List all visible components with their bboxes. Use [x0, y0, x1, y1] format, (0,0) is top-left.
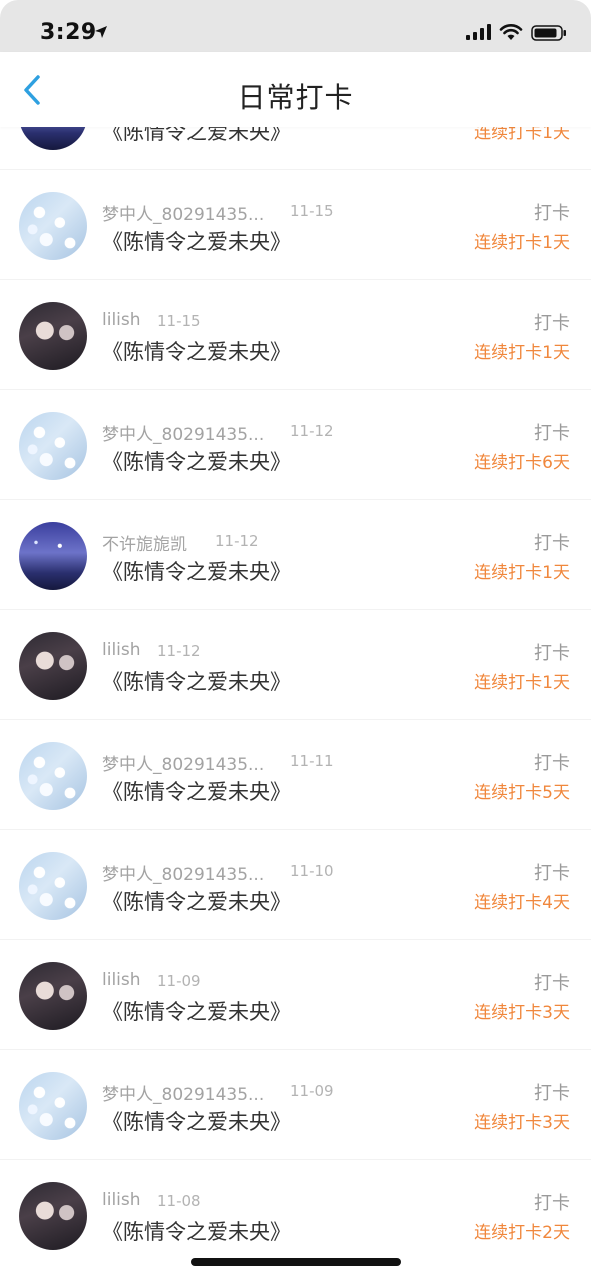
avatar [19, 1072, 87, 1140]
battery-icon [531, 25, 567, 45]
checkin-date: 11-15 [157, 312, 201, 330]
streak-label: 连续打卡2天 [474, 1223, 570, 1243]
location-arrow-icon [94, 24, 108, 43]
avatar [19, 412, 87, 480]
page-title: 日常打卡 [237, 81, 354, 114]
checkin-date: 11-12 [157, 642, 201, 660]
username: lilish [102, 970, 141, 990]
book-title: 《陈情令之爱未央》 [102, 1000, 291, 1024]
checkin-date: 11-11 [290, 752, 334, 770]
status-time: 3:29 [40, 20, 97, 45]
username: 梦中人_80291435... [102, 1085, 265, 1105]
cellular-signal-icon [466, 24, 492, 44]
streak-label: 连续打卡4天 [474, 893, 570, 913]
checkin-action: 打卡 [534, 313, 570, 334]
username: lilish [102, 1190, 141, 1210]
checkin-date: 11-10 [290, 862, 334, 880]
book-title: 《陈情令之爱未央》 [102, 1220, 291, 1244]
avatar [19, 742, 87, 810]
list-item[interactable]: 梦中人_80291435... 11-15 《陈情令之爱未央》 打卡 连续打卡1… [0, 170, 591, 280]
streak-label: 连续打卡3天 [474, 1003, 570, 1023]
avatar [19, 192, 87, 260]
list-item[interactable]: lilish 11-12 《陈情令之爱未央》 打卡 连续打卡1天 [0, 610, 591, 720]
book-title: 《陈情令之爱未央》 [102, 670, 291, 694]
list-item[interactable]: 梦中人_80291435... 11-12 《陈情令之爱未央》 打卡 连续打卡6… [0, 390, 591, 500]
book-title: 《陈情令之爱未央》 [102, 890, 291, 914]
streak-label: 连续打卡3天 [474, 1113, 570, 1133]
list-item[interactable]: 梦中人_80291435... 11-09 《陈情令之爱未央》 打卡 连续打卡3… [0, 1050, 591, 1160]
checkin-list: 《陈情令之爱未央》 连续打卡1天 梦中人_80291435... 11-15 《… [0, 60, 591, 1280]
username: 梦中人_80291435... [102, 205, 265, 225]
checkin-date: 11-08 [157, 1192, 201, 1210]
list-item[interactable]: 梦中人_80291435... 11-10 《陈情令之爱未央》 打卡 连续打卡4… [0, 830, 591, 940]
streak-label: 连续打卡1天 [474, 343, 570, 363]
checkin-action: 打卡 [534, 423, 570, 444]
list-item[interactable]: 不许旎旎凯 11-12 《陈情令之爱未央》 打卡 连续打卡1天 [0, 500, 591, 610]
streak-label: 连续打卡1天 [474, 673, 570, 693]
checkin-date: 11-15 [290, 202, 334, 220]
list-item[interactable]: lilish 11-08 《陈情令之爱未央》 打卡 连续打卡2天 [0, 1160, 591, 1270]
book-title: 《陈情令之爱未央》 [102, 560, 291, 584]
checkin-date: 11-12 [290, 422, 334, 440]
checkin-action: 打卡 [534, 863, 570, 884]
checkin-action: 打卡 [534, 533, 570, 554]
username: lilish [102, 640, 141, 660]
avatar [19, 302, 87, 370]
avatar [19, 852, 87, 920]
checkin-action: 打卡 [534, 753, 570, 774]
book-title: 《陈情令之爱未央》 [102, 340, 291, 364]
status-bar: 3:29 [0, 0, 591, 52]
streak-label: 连续打卡1天 [474, 563, 570, 583]
checkin-action: 打卡 [534, 1193, 570, 1214]
nav-bar: 日常打卡 [0, 52, 591, 127]
checkin-action: 打卡 [534, 1083, 570, 1104]
streak-label: 连续打卡1天 [474, 233, 570, 253]
avatar [19, 522, 87, 590]
username: 梦中人_80291435... [102, 425, 265, 445]
checkin-action: 打卡 [534, 973, 570, 994]
checkin-date: 11-12 [215, 532, 259, 550]
list-item[interactable]: lilish 11-15 《陈情令之爱未央》 打卡 连续打卡1天 [0, 280, 591, 390]
checkin-action: 打卡 [534, 643, 570, 664]
avatar [19, 962, 87, 1030]
home-indicator[interactable] [191, 1258, 401, 1266]
streak-label: 连续打卡5天 [474, 783, 570, 803]
checkin-date: 11-09 [290, 1082, 334, 1100]
avatar [19, 1182, 87, 1250]
book-title: 《陈情令之爱未央》 [102, 1110, 291, 1134]
username: 不许旎旎凯 [102, 535, 187, 555]
wifi-icon [499, 23, 523, 45]
streak-label: 连续打卡6天 [474, 453, 570, 473]
username: lilish [102, 310, 141, 330]
book-title: 《陈情令之爱未央》 [102, 450, 291, 474]
book-title: 《陈情令之爱未央》 [102, 780, 291, 804]
list-item[interactable]: 梦中人_80291435... 11-11 《陈情令之爱未央》 打卡 连续打卡5… [0, 720, 591, 830]
avatar [19, 632, 87, 700]
checkin-date: 11-09 [157, 972, 201, 990]
username: 梦中人_80291435... [102, 755, 265, 775]
list-item[interactable]: lilish 11-09 《陈情令之爱未央》 打卡 连续打卡3天 [0, 940, 591, 1050]
book-title: 《陈情令之爱未央》 [102, 230, 291, 254]
checkin-action: 打卡 [534, 203, 570, 224]
username: 梦中人_80291435... [102, 865, 265, 885]
